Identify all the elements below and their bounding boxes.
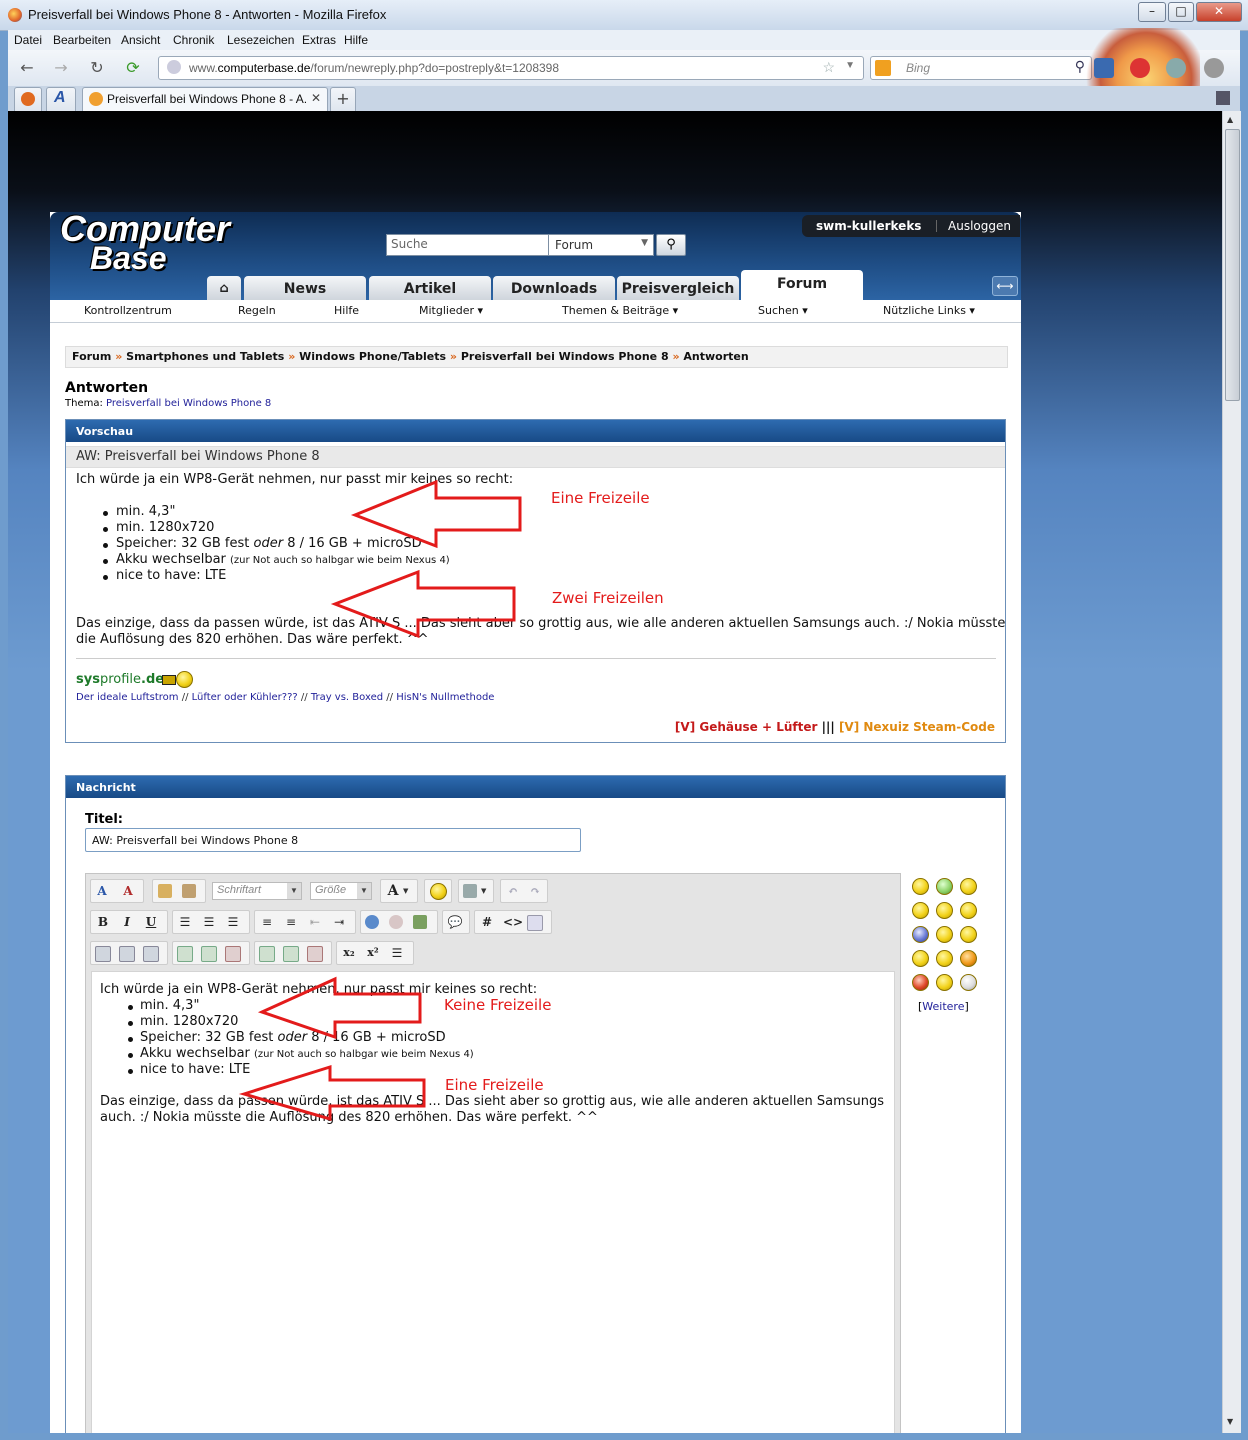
annotation-arrows xyxy=(238,479,522,1121)
annotation-arrow-2 xyxy=(330,569,516,639)
annotation-label-2: Zwei Freizeilen xyxy=(552,589,664,607)
annotation-label-1: Eine Freizeile xyxy=(551,489,650,507)
annotation-label-3: Keine Freizeile xyxy=(444,996,552,1014)
annotation-arrow-4 xyxy=(238,1064,426,1121)
annotation-arrow-1 xyxy=(350,479,522,549)
annotation-label-4: Eine Freizeile xyxy=(445,1076,544,1094)
annotation-arrow-3 xyxy=(257,976,422,1040)
